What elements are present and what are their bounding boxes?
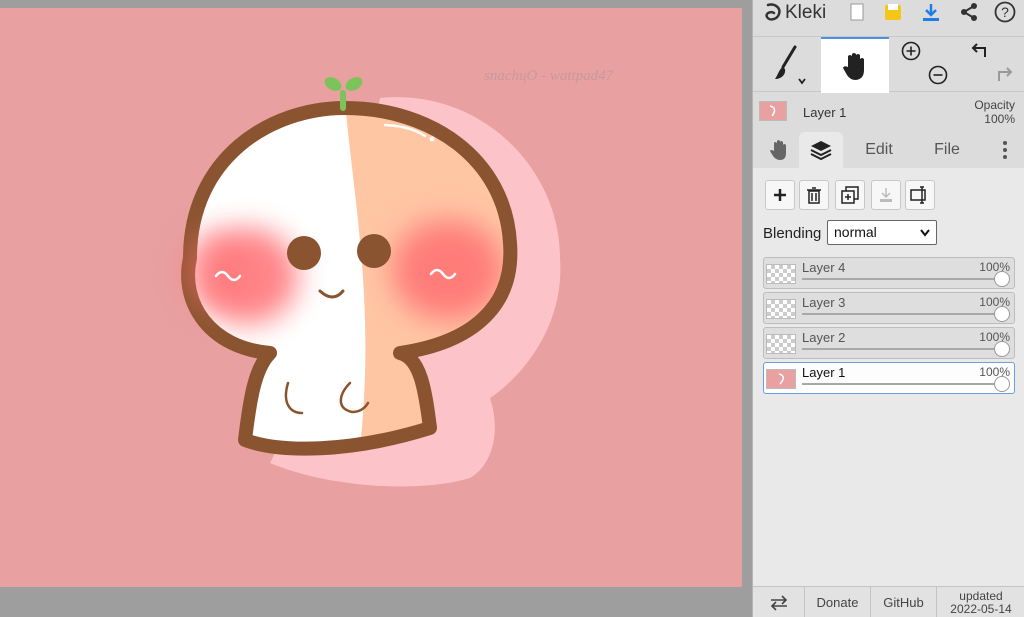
updated-info[interactable]: updated 2022-05-14: [937, 587, 1024, 617]
current-layer-opacity[interactable]: Opacity 100%: [974, 98, 1015, 126]
download-icon[interactable]: [919, 0, 943, 24]
tab-file[interactable]: File: [921, 132, 973, 168]
layer-thumbnail: [766, 299, 796, 319]
plus-icon: [774, 189, 786, 201]
zoom-out-icon[interactable]: [926, 61, 950, 89]
layer-item-active[interactable]: Layer 1 100%: [763, 362, 1015, 394]
merge-down-icon: [880, 188, 892, 202]
share-icon[interactable]: [957, 0, 981, 24]
layers-icon: [810, 141, 832, 161]
brush-icon: [775, 45, 806, 85]
hand-tool-button[interactable]: [821, 37, 889, 93]
slider-handle[interactable]: [994, 376, 1010, 392]
layer-opacity-slider[interactable]: [802, 383, 1000, 385]
swap-side-icon[interactable]: [753, 587, 805, 617]
kleki-logo[interactable]: Kleki: [753, 0, 826, 26]
more-menu-icon[interactable]: [993, 132, 1017, 168]
zoom-in-icon[interactable]: [899, 37, 923, 65]
merge-layer-button[interactable]: [871, 180, 901, 210]
help-glyph: ?: [1001, 4, 1009, 20]
slider-handle[interactable]: [994, 271, 1010, 287]
new-file-icon[interactable]: [845, 0, 869, 24]
duplicate-icon: [841, 186, 859, 204]
tab-edit[interactable]: Edit: [853, 132, 905, 168]
app-name: Kleki: [785, 2, 827, 23]
hand-tab-icon: [770, 140, 786, 160]
layer-name: Layer 2: [802, 330, 846, 345]
trash-icon: [807, 187, 821, 204]
opacity-value: 100%: [984, 112, 1015, 126]
slider-handle[interactable]: [994, 341, 1010, 357]
chevron-down-icon: [920, 229, 930, 237]
tab-hand[interactable]: [763, 132, 795, 168]
panel-tabs: Edit File: [753, 132, 1024, 168]
updated-label: updated: [959, 588, 1003, 603]
layers-panel: Blending normal Layer 4 100% Layer 3 100…: [753, 168, 1024, 588]
layer-opacity-slider[interactable]: [802, 313, 1000, 315]
duplicate-layer-button[interactable]: [835, 180, 865, 210]
layer-name: Layer 1: [802, 365, 846, 380]
github-link[interactable]: GitHub: [871, 587, 937, 617]
current-layer-thumbnail: [759, 101, 787, 121]
layer-item[interactable]: Layer 3 100%: [763, 292, 1015, 324]
layer-opacity-slider[interactable]: [802, 278, 1000, 280]
layer-thumbnail: [766, 264, 796, 284]
rename-icon: [910, 186, 926, 204]
rename-layer-button[interactable]: [905, 180, 935, 210]
top-bar: Kleki ?: [753, 0, 1024, 26]
layer-item[interactable]: Layer 4 100%: [763, 257, 1015, 289]
blending-value: normal: [834, 224, 877, 240]
kleki-logo-icon: [765, 3, 781, 21]
updated-date: 2022-05-14: [950, 601, 1012, 616]
undo-icon[interactable]: [967, 37, 991, 65]
delete-layer-button[interactable]: [799, 180, 829, 210]
slider-handle[interactable]: [994, 306, 1010, 322]
kleki-app: snaсhцO - wattpad47 Kleki ? Layer 1 Opac…: [0, 0, 1024, 617]
blending-label: Blending: [763, 225, 822, 242]
layer-name: Layer 3: [802, 295, 846, 310]
canvas-area[interactable]: snaсhцO - wattpad47: [0, 0, 752, 617]
tab-layers[interactable]: [799, 132, 843, 168]
layer-thumbnail: [766, 369, 796, 389]
blending-select[interactable]: normal: [827, 220, 937, 245]
add-layer-button[interactable]: [765, 180, 795, 210]
help-icon[interactable]: ?: [993, 0, 1017, 24]
hand-icon: [843, 53, 864, 80]
save-icon[interactable]: [881, 0, 905, 24]
layer-thumbnail: [766, 334, 796, 354]
layer-opacity-slider[interactable]: [802, 348, 1000, 350]
current-layer-row: Layer 1 Opacity 100%: [753, 96, 1024, 130]
sidebar: Kleki ? Layer 1 Opacity 100% Edit File B…: [752, 0, 1024, 617]
layer-item[interactable]: Layer 2 100%: [763, 327, 1015, 359]
redo-icon[interactable]: [993, 61, 1017, 89]
drawing-canvas[interactable]: snaсhцO - wattpad47: [0, 8, 742, 587]
current-layer-name: Layer 1: [803, 105, 847, 120]
artist-signature: snaсhцO - wattpad47: [484, 68, 615, 84]
drawing-artwork: snaсhцO - wattpad47: [181, 68, 615, 487]
tool-row: [753, 36, 1024, 93]
brush-tool-button[interactable]: [753, 37, 821, 93]
layer-name: Layer 4: [802, 260, 846, 275]
footer: Donate GitHub updated 2022-05-14: [753, 586, 1024, 617]
donate-link[interactable]: Donate: [805, 587, 871, 617]
opacity-label: Opacity: [974, 98, 1015, 112]
